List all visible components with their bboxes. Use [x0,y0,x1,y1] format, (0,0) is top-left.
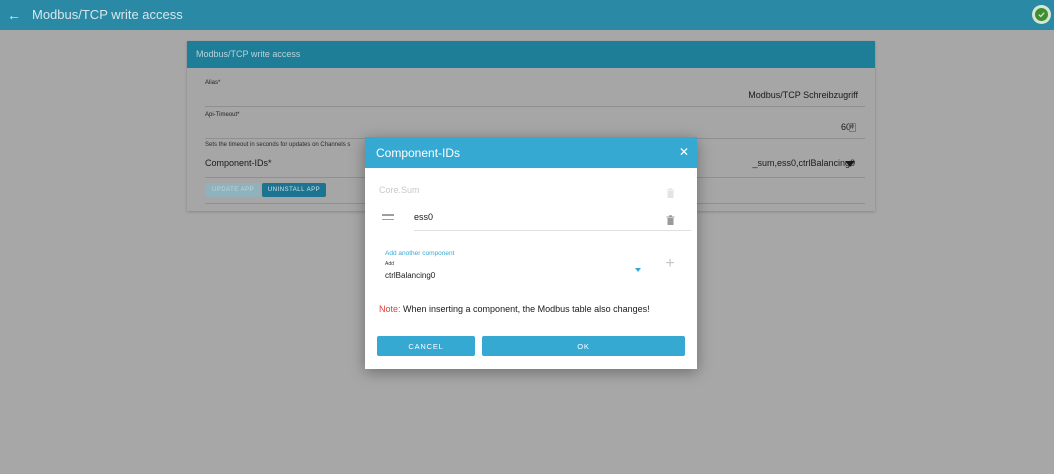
component-ids-label: Component-IDs* [205,158,272,168]
add-component-select[interactable]: ctrlBalancing0 [385,271,435,280]
dialog-title: Component-IDs [376,146,461,160]
card-title: Modbus/TCP write access [187,41,875,68]
uninstall-app-button[interactable]: UNINSTALL APP [262,183,326,197]
dialog-header: Component-IDs ✕ [365,137,697,168]
note-message: When inserting a component, the Modbus t… [400,304,650,314]
page-title: Modbus/TCP write access [32,7,183,22]
number-spinner-icon[interactable]: ▲ ▼ [849,123,856,132]
update-app-button[interactable]: UPDATE APP [206,183,260,197]
alias-field[interactable]: Modbus/TCP Schreibzugriff [748,90,858,100]
check-circle-icon [1035,8,1048,21]
api-timeout-label: Api-Timeout* [205,112,240,118]
component-ids-dialog: Component-IDs ✕ Core.Sum ess0 Add anothe… [365,137,697,369]
component-item-ess0[interactable]: ess0 [414,212,433,222]
alias-label: Alias* [205,80,221,86]
trash-icon [666,185,675,198]
note-label: Note: [379,304,401,314]
component-ids-select[interactable]: _sum,ess0,ctrlBalancing0 [752,158,855,168]
top-app-bar: ← Modbus/TCP write access [0,0,1054,30]
component-item-core-sum: Core.Sum [379,185,420,195]
cancel-button[interactable]: CANCEL [377,336,475,356]
arrow-left-icon[interactable]: ← [6,7,22,23]
alias-underline [205,106,865,107]
chevron-down-icon[interactable] [845,161,855,167]
add-field-label: Add [385,261,394,267]
timeout-hint: Sets the timeout in seconds for updates … [205,142,351,148]
chevron-down-icon[interactable] [635,268,641,272]
close-icon[interactable]: ✕ [679,145,689,159]
note-text: Note: When inserting a component, the Mo… [379,304,650,314]
drag-handle-icon[interactable] [382,214,394,223]
add-component-label: Add another component [385,250,455,257]
status-indicator[interactable] [1032,5,1051,24]
plus-icon[interactable]: + [663,256,677,272]
ok-button[interactable]: OK [482,336,685,356]
component-item-underline [414,230,691,231]
trash-icon[interactable] [666,212,675,225]
